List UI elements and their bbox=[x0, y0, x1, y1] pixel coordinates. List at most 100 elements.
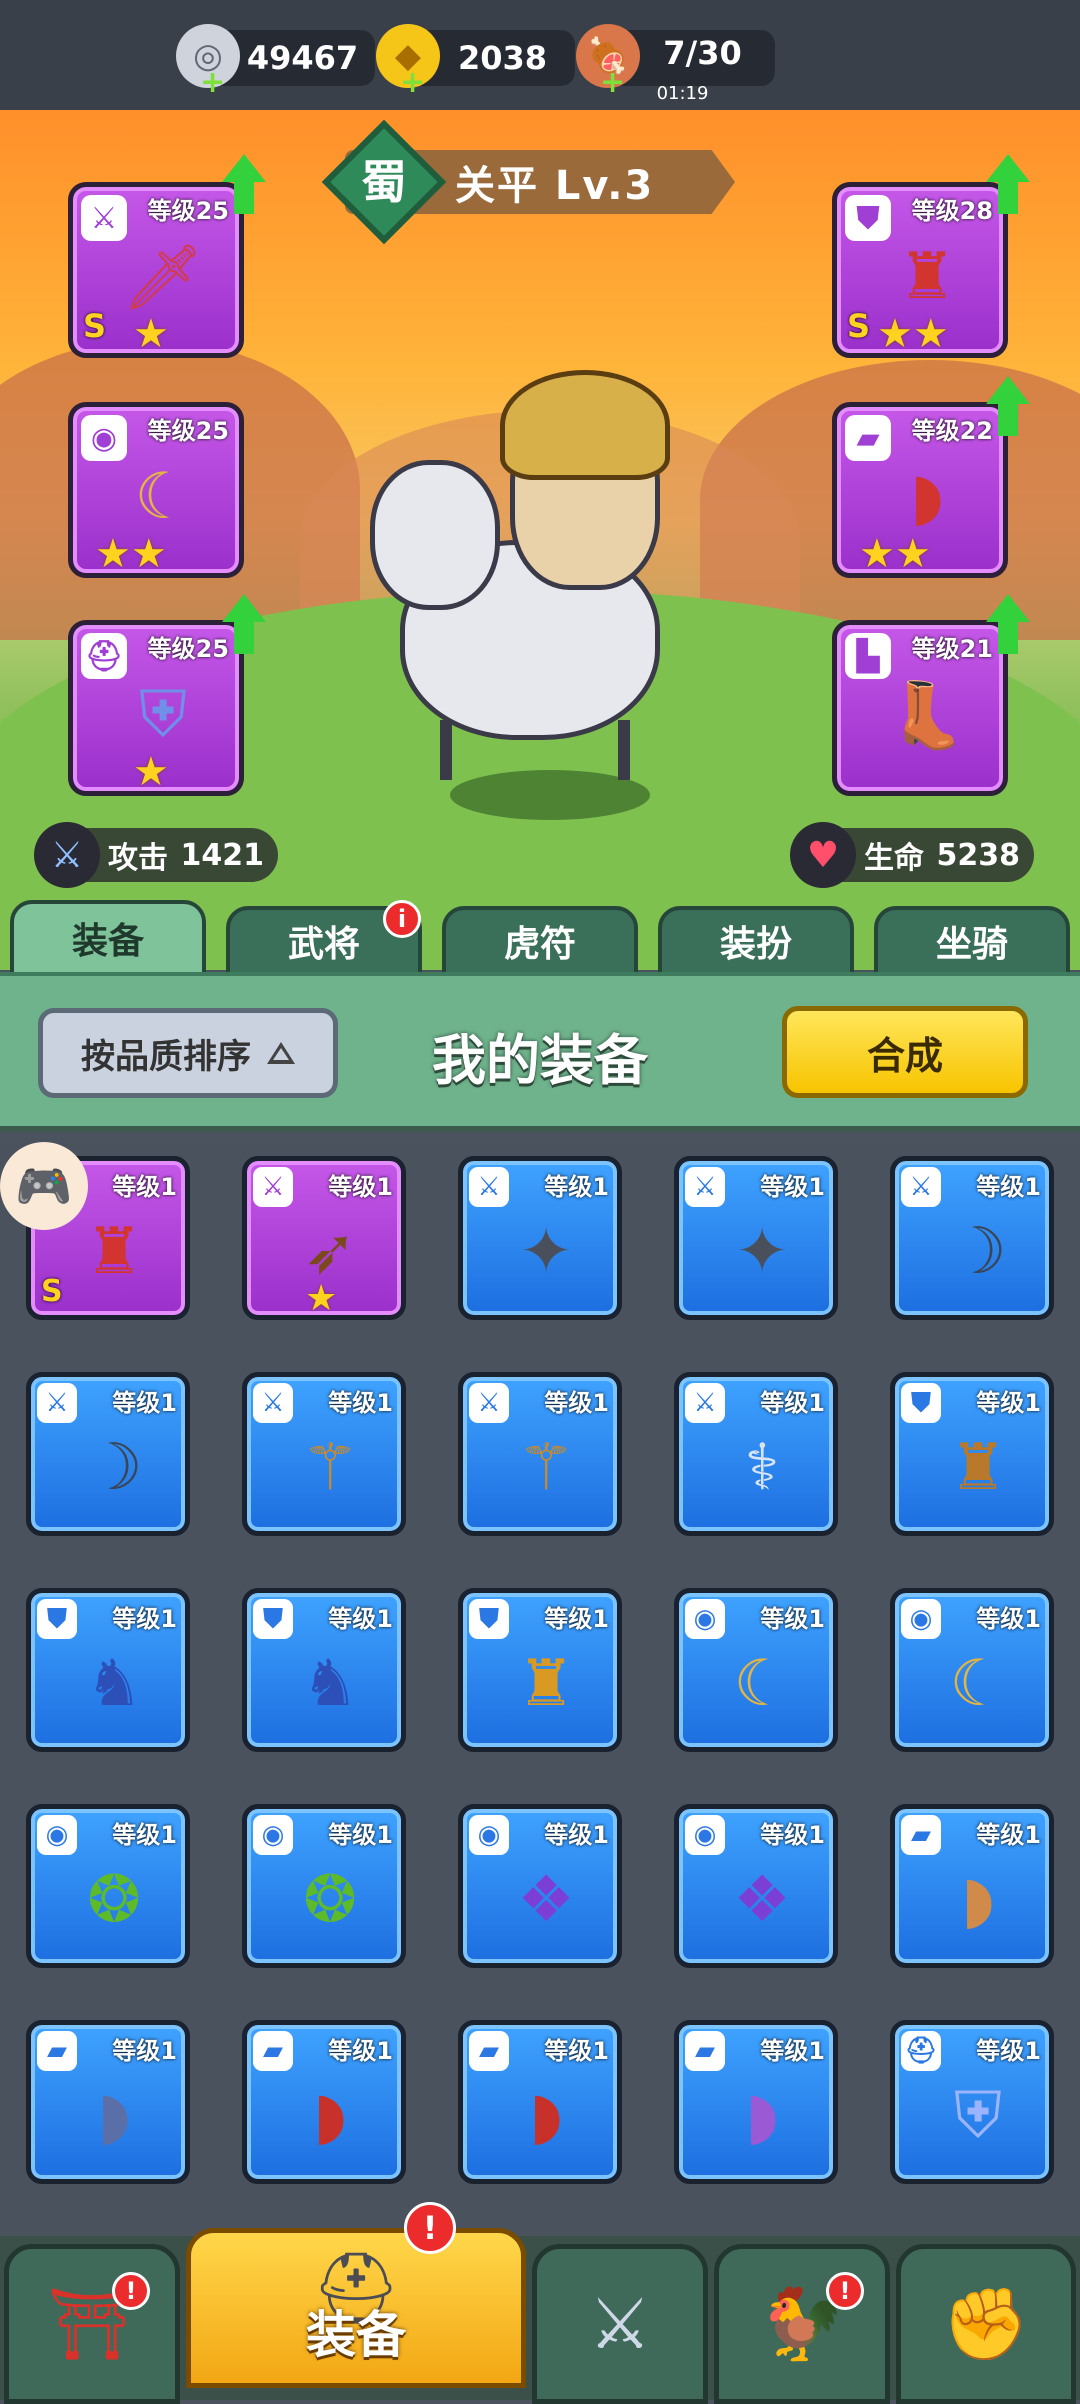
stamina-counter[interactable]: 🍖 + 7/30 01:19 bbox=[576, 24, 775, 104]
heart-icon: ♥ bbox=[790, 822, 856, 888]
hp-label: 生命 bbox=[864, 841, 924, 876]
armor-type-icon: ⛊ bbox=[901, 1383, 941, 1423]
inventory-item[interactable]: ⛊ 等级1 ♞ bbox=[26, 1588, 190, 1752]
gold-armor-icon: ♜ bbox=[517, 1647, 575, 1721]
gamepad-floating-icon[interactable]: 🎮 bbox=[0, 1142, 88, 1230]
inventory-item[interactable]: ⚔ 等级1 ✦ bbox=[674, 1156, 838, 1320]
slot-level: 等级25 bbox=[147, 635, 229, 663]
equip-slot-bracer[interactable]: ▰ 等级22 ◗ ★★ bbox=[832, 402, 1008, 578]
nav-upgrade[interactable]: ✊ bbox=[896, 2244, 1076, 2404]
equip-slot-boots[interactable]: ▙ 等级21 👢 bbox=[832, 620, 1008, 796]
coin-counter[interactable]: ◎ + 49467 bbox=[176, 24, 375, 98]
horn-amulet-icon: ☾ bbox=[949, 1647, 1007, 1721]
medal-type-icon: ◉ bbox=[685, 1599, 725, 1639]
slot-grade: S bbox=[847, 307, 871, 345]
add-coin-icon[interactable]: + bbox=[200, 68, 225, 98]
tab-equipment[interactable]: 装备 bbox=[10, 900, 206, 976]
inventory-item[interactable]: ⛊ 等级1 ♜ bbox=[890, 1372, 1054, 1536]
equipment-inventory-grid: ⛊ 等级1 ♜ S ⚔ 等级1 ➶ ★ ⚔ 等级1 ✦ ⚔ 等级1 ✦ ⚔ 等级… bbox=[0, 1138, 1080, 2238]
inventory-item[interactable]: ⚔ 等级1 ⚚ bbox=[242, 1372, 406, 1536]
inventory-item[interactable]: ▰ 等级1 ◗ bbox=[458, 2020, 622, 2184]
synthesize-button[interactable]: 合成 bbox=[782, 1006, 1028, 1098]
tab-tiger-tally[interactable]: 虎符 bbox=[442, 906, 638, 976]
inventory-item[interactable]: ◉ 等级1 ❖ bbox=[674, 1804, 838, 1968]
slot-level: 等级28 bbox=[911, 197, 993, 225]
item-level: 等级1 bbox=[112, 1173, 177, 1201]
inventory-item[interactable]: ◉ 等级1 ❖ bbox=[458, 1804, 622, 1968]
inventory-item[interactable]: ⛊ 等级1 ♞ bbox=[242, 1588, 406, 1752]
attack-value: 1421 bbox=[180, 837, 265, 873]
inventory-item[interactable]: ▰ 等级1 ◗ bbox=[674, 2020, 838, 2184]
upgrade-arrow-icon bbox=[986, 376, 1030, 436]
curved-blade-icon: ☽ bbox=[949, 1215, 1007, 1289]
triangle-up-icon bbox=[267, 1042, 295, 1064]
tab-mount[interactable]: 坐骑 bbox=[874, 906, 1070, 976]
armor-type-icon: ⛊ bbox=[469, 1599, 509, 1639]
steel-bracer-icon: ◗ bbox=[97, 2079, 131, 2153]
slot-stars: ★★ bbox=[95, 531, 167, 577]
sword-type-icon: ⚔ bbox=[901, 1167, 941, 1207]
bronze-armor-icon: ♜ bbox=[949, 1431, 1007, 1505]
add-ingot-icon[interactable]: + bbox=[400, 68, 425, 98]
inventory-item[interactable]: ⚔ 等级1 ✦ bbox=[458, 1156, 622, 1320]
coin-value: 49467 bbox=[246, 39, 359, 77]
sort-label: 按品质排序 bbox=[81, 1036, 251, 1077]
medal-type-icon: ◉ bbox=[253, 1815, 293, 1855]
hero-tabs: 装备 武将 i 虎符 装扮 坐骑 bbox=[0, 900, 1080, 976]
gem-pendant-icon: ❖ bbox=[733, 1863, 791, 1937]
horn-amulet-icon: ☾ bbox=[733, 1647, 791, 1721]
hero-character-guanping[interactable] bbox=[370, 370, 710, 830]
inventory-item[interactable]: ▰ 等级1 ◗ bbox=[26, 2020, 190, 2184]
equipment-panel-header: 按品质排序 我的装备 合成 bbox=[0, 972, 1080, 1132]
inventory-item[interactable]: ◉ 等级1 ☾ bbox=[674, 1588, 838, 1752]
nav-battle[interactable]: ⚔ bbox=[532, 2244, 708, 2404]
info-badge-icon: i bbox=[383, 900, 421, 938]
inventory-item[interactable]: ▰ 等级1 ◗ bbox=[890, 1804, 1054, 1968]
curved-blade-icon: ☽ bbox=[85, 1431, 143, 1505]
inventory-item[interactable]: ⚔ 等级1 ⚕ bbox=[674, 1372, 838, 1536]
inventory-item[interactable]: ⛊ 等级1 ♜ bbox=[458, 1588, 622, 1752]
inventory-item[interactable]: ◉ 等级1 ❂ bbox=[26, 1804, 190, 1968]
bracer-type-icon: ▰ bbox=[253, 2031, 293, 2071]
inventory-item[interactable]: ⚔ 等级1 ☽ bbox=[890, 1156, 1054, 1320]
nav-equipment-label: 装备 bbox=[306, 2306, 406, 2364]
hero-scene: 关平 Lv.3 蜀 ⚔ 等级25 🗡 S ★ ◉ 等级25 ☾ ★★ ⛑ 等级2… bbox=[0, 110, 1080, 970]
slot-level: 等级25 bbox=[147, 417, 229, 445]
inventory-item[interactable]: ▰ 等级1 ◗ bbox=[242, 2020, 406, 2184]
slot-stars: ★ bbox=[133, 311, 169, 357]
inventory-item[interactable]: ⚔ 等级1 ➶ ★ bbox=[242, 1156, 406, 1320]
hp-value: 5238 bbox=[936, 837, 1021, 873]
item-level: 等级1 bbox=[112, 1821, 177, 1849]
top-resource-bar: ◎ + 49467 ◆ + 2038 🍖 + 7/30 01:19 bbox=[0, 0, 1080, 110]
inventory-item[interactable]: ◉ 等级1 ☾ bbox=[890, 1588, 1054, 1752]
ingot-counter[interactable]: ◆ + 2038 bbox=[376, 24, 575, 98]
equip-slot-armor[interactable]: ⛊ 等级28 ♜ S ★★ bbox=[832, 182, 1008, 358]
inventory-item[interactable]: ⛑ 等级1 ⛨ bbox=[890, 2020, 1054, 2184]
equip-slot-helmet[interactable]: ⛑ 等级25 ⛨ ★ bbox=[68, 620, 244, 796]
dragon-gun-icon: ⚚ bbox=[301, 1431, 359, 1505]
sword-type-icon: ⚔ bbox=[685, 1383, 725, 1423]
medal-type-icon: ◉ bbox=[81, 415, 127, 461]
inventory-item[interactable]: ⚔ 等级1 ☽ bbox=[26, 1372, 190, 1536]
inventory-item[interactable]: ◉ 等级1 ❂ bbox=[242, 1804, 406, 1968]
item-level: 等级1 bbox=[760, 2037, 825, 2065]
item-level: 等级1 bbox=[112, 1605, 177, 1633]
nav-equipment[interactable]: ⛑ 装备 bbox=[186, 2228, 526, 2388]
upgrade-arrow-icon bbox=[222, 154, 266, 214]
equip-slot-medal[interactable]: ◉ 等级25 ☾ ★★ bbox=[68, 402, 244, 578]
crystal-helmet-icon: ⛨ bbox=[954, 2079, 1002, 2153]
fist-upgrade-icon: ✊ bbox=[942, 2282, 1030, 2365]
equip-slot-weapon[interactable]: ⚔ 等级25 🗡 S ★ bbox=[68, 182, 244, 358]
nav-shop[interactable]: ⛩ bbox=[4, 2244, 180, 2404]
item-level: 等级1 bbox=[112, 2037, 177, 2065]
blue-robe-icon: ♞ bbox=[301, 1647, 359, 1721]
armor-type-icon: ⛊ bbox=[845, 195, 891, 241]
slot-stars: ★★ bbox=[859, 531, 931, 577]
item-stars: ★ bbox=[305, 1278, 338, 1319]
alert-badge-icon: ! bbox=[826, 2272, 864, 2310]
sort-by-quality-button[interactable]: 按品质排序 bbox=[38, 1008, 338, 1098]
jade-amulet-icon: ❂ bbox=[303, 1863, 357, 1937]
nav-events[interactable]: 🐓 bbox=[714, 2244, 890, 2404]
tab-costume[interactable]: 装扮 bbox=[658, 906, 854, 976]
inventory-item[interactable]: ⚔ 等级1 ⚚ bbox=[458, 1372, 622, 1536]
